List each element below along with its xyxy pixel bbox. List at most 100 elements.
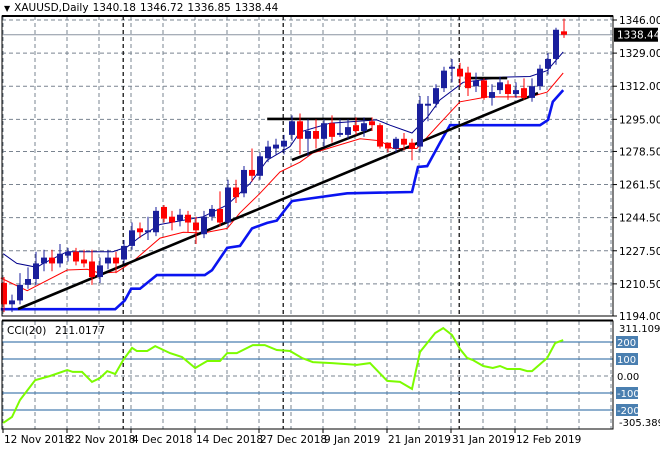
- candle-bullish: [361, 123, 367, 132]
- candle-bullish: [225, 187, 231, 223]
- candle-bearish: [73, 251, 79, 262]
- candle-bullish: [33, 263, 39, 280]
- chart-title: ▼ XAUUSD,Daily 1340.18 1346.72 1336.85 1…: [4, 2, 278, 14]
- cci-level-label: 200: [617, 338, 636, 349]
- candle-bearish: [81, 259, 87, 264]
- candle-bearish: [169, 216, 175, 223]
- triangle-down-icon[interactable]: ▼: [4, 4, 10, 13]
- y-tick-label: 1278.50: [619, 146, 660, 158]
- trendline-uptrend-support[interactable]: [17, 91, 539, 311]
- y-tick-label: 1244.50: [619, 213, 660, 225]
- candle-bullish: [393, 138, 399, 149]
- y-tick-label: 1210.50: [619, 279, 660, 291]
- candle-bullish: [153, 210, 159, 233]
- candle-bullish: [241, 169, 247, 194]
- open-value: 1340.18: [92, 2, 136, 14]
- candle-bearish: [561, 31, 567, 35]
- candle-bullish: [337, 132, 343, 135]
- candle-bullish: [321, 123, 327, 139]
- candle-bearish: [113, 257, 119, 264]
- candle-bearish: [249, 169, 255, 176]
- candle-bullish: [305, 131, 311, 139]
- y-tick-label: 1295.00: [619, 114, 660, 126]
- candle-bearish: [329, 123, 335, 137]
- y-tick-label: 1227.50: [619, 246, 660, 258]
- slow-moving-average-line: [0, 72, 564, 292]
- candle-bearish: [409, 142, 415, 149]
- candle-bearish: [457, 68, 463, 77]
- candle-bullish: [513, 90, 519, 95]
- candle-bullish: [449, 66, 455, 69]
- candle-bearish: [217, 208, 223, 223]
- candle-bearish: [313, 131, 319, 139]
- candle-bullish: [345, 127, 351, 135]
- candle-bearish: [481, 80, 487, 98]
- candle-bullish: [105, 257, 111, 264]
- low-value: 1336.85: [187, 2, 231, 14]
- candle-bearish: [233, 187, 239, 198]
- candle-bullish: [57, 253, 63, 264]
- candle-bullish: [553, 29, 559, 59]
- candle-bearish: [353, 125, 359, 132]
- candle-bullish: [201, 216, 207, 235]
- x-tick-label: 4 Dec 2018: [132, 434, 192, 446]
- candle-bullish: [545, 58, 551, 69]
- cci-pane-frame: [1, 320, 614, 430]
- cci-level-label: 0.00: [617, 372, 639, 383]
- cci-level-label: -200: [617, 406, 640, 417]
- chart-canvas[interactable]: 1346.00 1329.00 1312.00 1295.00 1278.50 1261.…: [0, 0, 660, 450]
- cci-level-label: 100: [617, 355, 636, 366]
- candle-bearish: [193, 222, 199, 231]
- candle-bullish: [537, 68, 543, 87]
- cci-indicator-value: 211.0177: [55, 325, 105, 337]
- cci-indicator-name: CCI(20): [7, 325, 46, 337]
- candle-bearish: [505, 84, 511, 95]
- candle-bullish: [281, 140, 287, 147]
- candle-bullish: [9, 300, 15, 305]
- x-tick-label: 31 Jan 2019: [452, 434, 515, 446]
- cci-min-label: -305.3893: [619, 418, 660, 429]
- y-tick-label: 1194.00: [619, 311, 660, 323]
- y-tick-label: 1329.00: [619, 48, 660, 60]
- candle-bullish: [441, 70, 447, 89]
- candle-bearish: [369, 121, 375, 126]
- candle-bearish: [137, 228, 143, 233]
- candle-bullish: [265, 146, 271, 159]
- x-tick-label: 12 Nov 2018: [4, 434, 71, 446]
- candle-bullish: [177, 214, 183, 221]
- symbol-label: XAUUSD,Daily: [14, 2, 89, 14]
- candle-bearish: [401, 138, 407, 145]
- candle-bearish: [89, 261, 95, 278]
- candle-bearish: [297, 121, 303, 139]
- candle-bullish: [257, 156, 263, 176]
- candle-bearish: [521, 88, 527, 98]
- candle-bearish: [161, 206, 167, 219]
- x-tick-label: 12 Feb 2019: [516, 434, 581, 446]
- candle-bearish: [185, 214, 191, 223]
- candle-bullish: [433, 88, 439, 104]
- x-tick-label: 14 Dec 2018: [196, 434, 263, 446]
- candle-bullish: [529, 86, 535, 98]
- y-tick-label: 1346.00: [619, 15, 660, 27]
- candle-bearish: [465, 72, 471, 89]
- x-tick-label: 22 Nov 2018: [68, 434, 135, 446]
- x-tick-label: 9 Jan 2019: [324, 434, 380, 446]
- close-value: 1338.44: [234, 2, 279, 14]
- candle-bullish: [25, 279, 31, 285]
- candle-bullish: [129, 230, 135, 246]
- candle-bullish: [473, 80, 479, 87]
- y-tick-label: 1312.00: [619, 81, 660, 93]
- current-price-label: 1338.44: [617, 30, 660, 42]
- high-value: 1346.72: [139, 2, 184, 14]
- candle-bullish: [489, 92, 495, 98]
- y-tick-label: 1261.50: [619, 180, 660, 192]
- candle-bullish: [497, 82, 503, 91]
- candle-bullish: [17, 284, 23, 301]
- x-tick-label: 27 Dec 2018: [260, 434, 327, 446]
- candle-bullish: [121, 245, 127, 260]
- candle-bullish: [97, 265, 103, 278]
- candle-bullish: [65, 251, 71, 256]
- candle-bearish: [385, 142, 391, 149]
- candle-bullish: [209, 208, 215, 217]
- cci-max-label: 311.1095: [619, 324, 660, 335]
